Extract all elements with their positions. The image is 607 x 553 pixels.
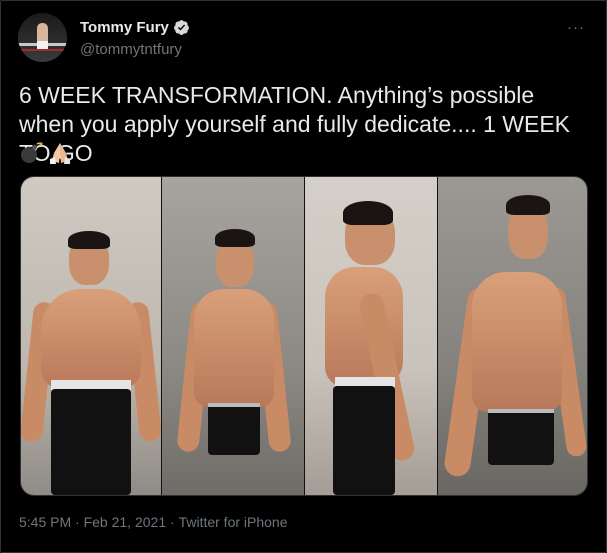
verified-badge-icon bbox=[173, 20, 189, 35]
photo-after-side[interactable] bbox=[438, 177, 587, 495]
avatar-boxer-shorts bbox=[37, 41, 48, 49]
photo-before-side[interactable] bbox=[305, 177, 437, 495]
author-handle[interactable]: @tommytntfury bbox=[80, 41, 182, 58]
avatar[interactable] bbox=[18, 13, 67, 62]
tweet-emojis bbox=[19, 141, 73, 165]
tweet-time[interactable]: 5:45 PM bbox=[19, 514, 71, 530]
photo-after-front[interactable] bbox=[162, 177, 304, 495]
photo-before-front[interactable] bbox=[21, 177, 161, 495]
tweet-date[interactable]: Feb 21, 2021 bbox=[84, 514, 167, 530]
folded-hands-emoji-icon bbox=[50, 143, 70, 164]
bomb-emoji-icon bbox=[21, 142, 43, 163]
tweet-media[interactable] bbox=[20, 176, 588, 496]
tweet-source[interactable]: Twitter for iPhone bbox=[179, 514, 288, 530]
author-name[interactable]: Tommy Fury bbox=[80, 19, 169, 36]
tweet-meta: 5:45 PM · Feb 21, 2021 · Twitter for iPh… bbox=[19, 514, 288, 530]
more-options-icon[interactable]: ··· bbox=[567, 19, 585, 36]
author-name-row[interactable]: Tommy Fury bbox=[80, 19, 190, 36]
tweet-text: 6 WEEK TRANSFORMATION. Anything’s possib… bbox=[19, 82, 571, 166]
meta-separator: · bbox=[71, 514, 84, 530]
meta-separator: · bbox=[166, 514, 179, 530]
avatar-ring-rope-red bbox=[18, 49, 67, 51]
tweet-card: Tommy Fury @tommytntfury ··· 6 WEEK TRAN… bbox=[0, 0, 607, 553]
